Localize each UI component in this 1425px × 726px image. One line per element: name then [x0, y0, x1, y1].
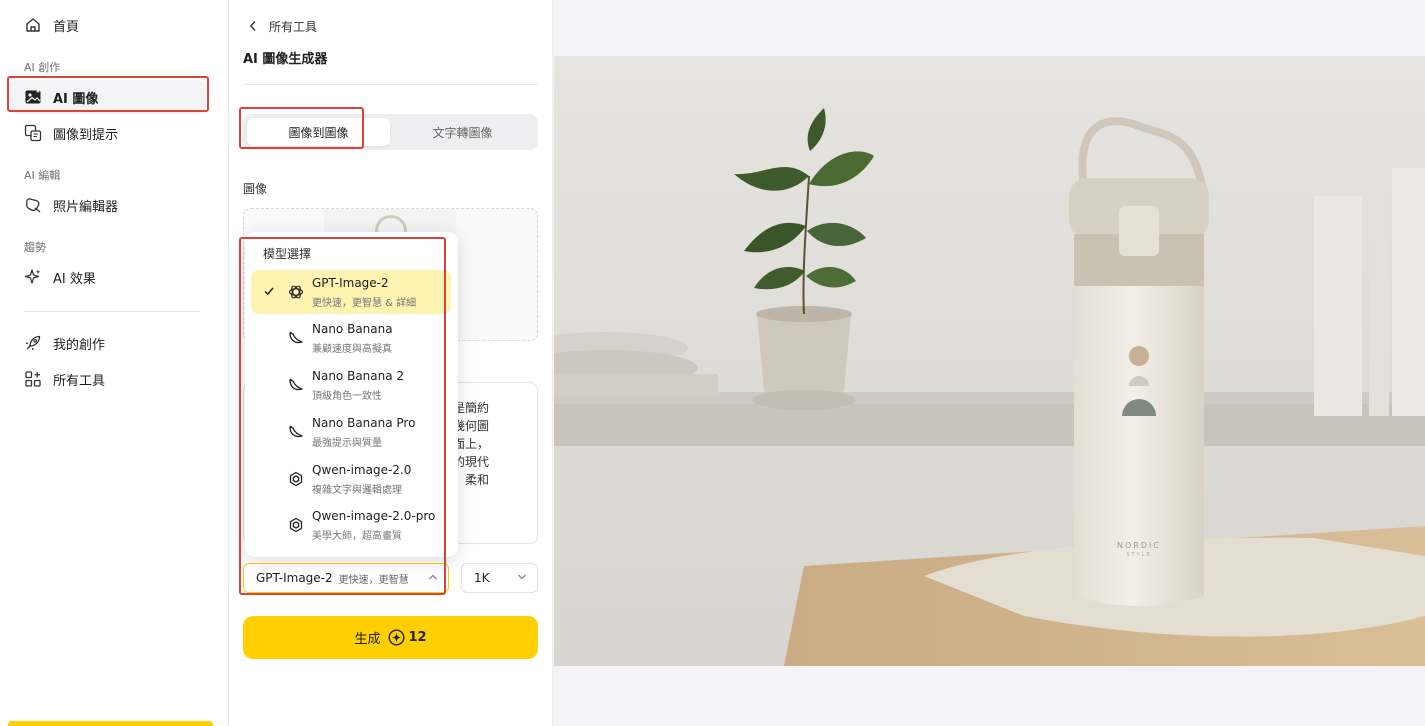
- sidebar-item-label: AI 圖像: [53, 91, 99, 107]
- chevron-down-icon: [517, 573, 527, 581]
- sidebar-item-label: 所有工具: [53, 373, 106, 389]
- banana-icon: [288, 377, 304, 393]
- model-option-desc: 複雜文字與邏輯處理: [312, 485, 402, 496]
- model-option-desc: 頂級角色一致性: [312, 391, 382, 402]
- sidebar-item-label: AI 效果: [53, 271, 96, 287]
- model-option-0[interactable]: GPT-Image-2 更快速，更智慧 & 詳細: [251, 270, 451, 314]
- grid-icon: [24, 370, 42, 388]
- nav-section-trends: 趨勢: [24, 241, 46, 254]
- model-option-name: Nano Banana: [312, 322, 393, 336]
- banana-icon: [288, 330, 304, 346]
- sidebar-item-ai-effects[interactable]: AI 效果: [8, 260, 206, 294]
- generated-image[interactable]: NORDIC STYLE: [554, 56, 1425, 666]
- sidebar-item-home[interactable]: 首頁: [8, 8, 206, 42]
- model-select[interactable]: GPT-Image-2 更快速，更智慧: [243, 563, 449, 593]
- resolution-select[interactable]: 1K: [461, 563, 538, 593]
- sidebar-item-ai-image[interactable]: AI 圖像: [8, 80, 206, 114]
- banana-icon: [288, 424, 304, 440]
- credit-icon: [388, 629, 405, 646]
- model-option-1[interactable]: Nano Banana 兼顧速度與高擬真: [251, 316, 451, 360]
- generate-button[interactable]: 生成 12: [243, 616, 538, 659]
- image-to-text-icon: [24, 124, 42, 142]
- sidebar-item-photo-editor[interactable]: 照片編輯器: [8, 188, 206, 222]
- bottle-brand: NORDIC: [1117, 541, 1161, 550]
- model-option-5[interactable]: Qwen-image-2.0-pro 美學大師，超高畫質: [251, 503, 451, 547]
- model-option-4[interactable]: Qwen-image-2.0 複雜文字與邏輯處理: [251, 457, 451, 501]
- sidebar-divider: [24, 311, 200, 312]
- sparkles-icon: [24, 268, 42, 286]
- rocket-icon: [24, 334, 42, 352]
- sidebar-item-label: 圖像到提示: [53, 127, 119, 143]
- model-option-2[interactable]: Nano Banana 2 頂級角色一致性: [251, 363, 451, 407]
- sidebar: 首頁 AI 創作 AI 圖像 圖像到提示 AI 編輯 照片編輯器 趨勢 AI 效…: [0, 0, 229, 726]
- generate-cost: 12: [408, 630, 427, 645]
- dropdown-title: 模型選擇: [263, 247, 312, 261]
- tab-text-to-image[interactable]: 文字轉圖像: [391, 118, 534, 146]
- bottle-brand-sub: STYLE: [1126, 552, 1151, 558]
- sidebar-item-my-creations[interactable]: 我的創作: [8, 326, 206, 360]
- sidebar-item-label: 我的創作: [53, 337, 106, 353]
- upgrade-button[interactable]: [8, 721, 213, 726]
- model-option-3[interactable]: Nano Banana Pro 最強提示與質量: [251, 410, 451, 454]
- magic-edit-icon: [24, 196, 42, 214]
- model-option-desc: 美學大師，超高畫質: [312, 531, 402, 542]
- preview-area: NORDIC STYLE: [553, 0, 1425, 726]
- image-sparkle-icon: [24, 88, 42, 106]
- sidebar-item-label: 首頁: [53, 19, 80, 35]
- home-icon: [24, 16, 42, 34]
- panel-divider: [243, 84, 538, 85]
- model-option-name: Qwen-image-2.0: [312, 463, 412, 477]
- model-option-desc: 兼顧速度與高擬真: [312, 344, 392, 355]
- chevron-left-icon: [249, 20, 257, 32]
- sidebar-item-label: 照片編輯器: [53, 199, 119, 215]
- product-photo: NORDIC STYLE: [554, 56, 1425, 666]
- mode-tabs: 圖像到圖像 文字轉圖像: [243, 114, 538, 150]
- model-dropdown: 模型選擇 GPT-Image-2 更快速，更智慧 & 詳細 Nano Banana 兼…: [245, 232, 458, 557]
- nav-section-edit: AI 編輯: [24, 169, 61, 182]
- model-select-desc: 更快速，更智慧: [338, 574, 409, 586]
- model-option-desc: 更快速，更智慧 & 詳細: [312, 298, 417, 309]
- sidebar-item-image-to-prompt[interactable]: 圖像到提示: [8, 116, 206, 150]
- openai-icon: [288, 284, 304, 300]
- sidebar-item-all-tools[interactable]: 所有工具: [8, 362, 206, 396]
- model-option-desc: 最強提示與質量: [312, 438, 382, 449]
- model-option-name: Nano Banana 2: [312, 369, 405, 383]
- page-title: AI 圖像生成器: [243, 52, 328, 67]
- nav-section-create: AI 創作: [24, 61, 61, 74]
- resolution-value: 1K: [474, 571, 490, 585]
- image-field-label: 圖像: [243, 182, 268, 196]
- qwen-icon: [288, 517, 304, 533]
- generate-label: 生成: [354, 632, 381, 647]
- back-label: 所有工具: [269, 19, 318, 34]
- tab-image-to-image[interactable]: 圖像到圖像: [247, 118, 390, 146]
- chevron-up-icon: [428, 573, 438, 581]
- model-option-name: Qwen-image-2.0-pro: [312, 509, 436, 523]
- qwen-icon: [288, 471, 304, 487]
- model-select-value: GPT-Image-2: [256, 571, 333, 585]
- model-option-name: GPT-Image-2: [312, 276, 389, 290]
- model-option-name: Nano Banana Pro: [312, 416, 416, 430]
- check-icon: [263, 285, 275, 297]
- back-to-all-tools[interactable]: 所有工具: [249, 16, 317, 36]
